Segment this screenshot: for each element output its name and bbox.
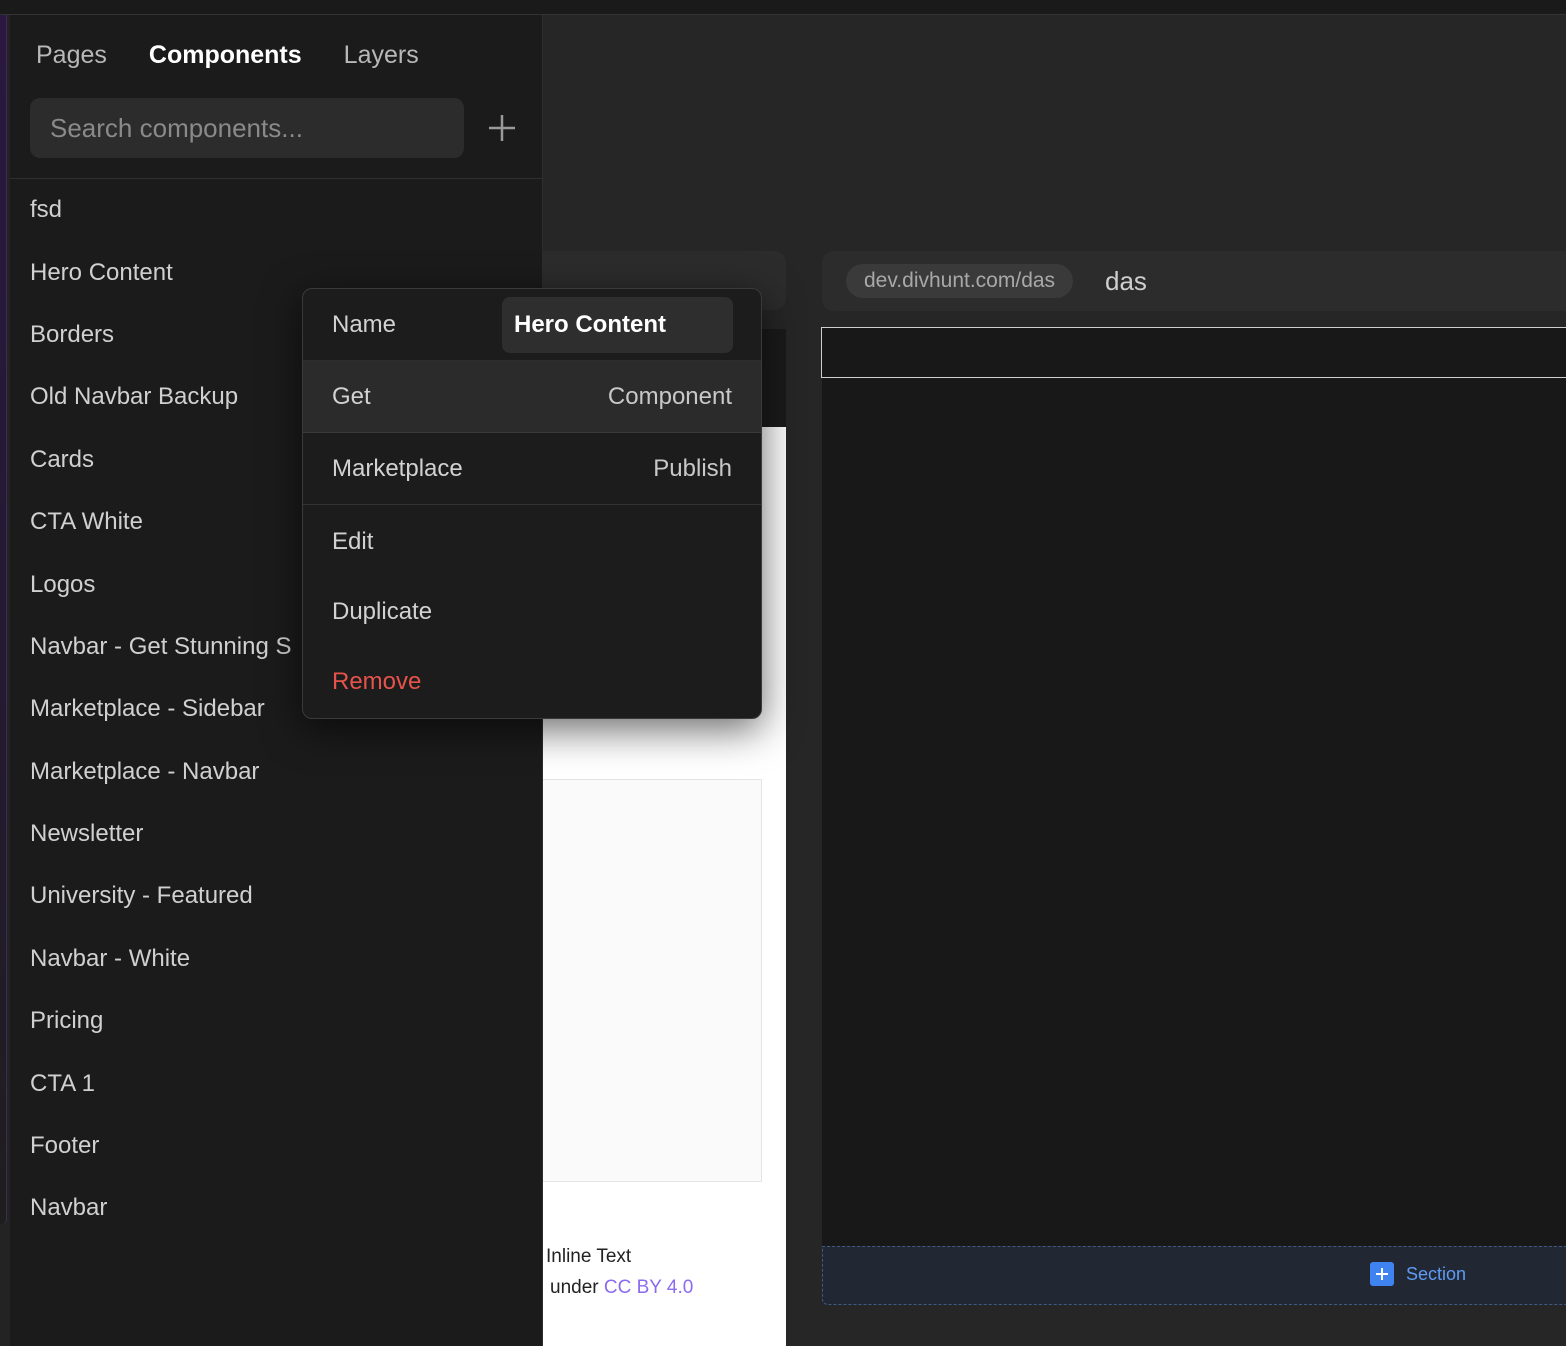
component-item[interactable]: University - Featured: [30, 865, 530, 927]
plus-icon: [489, 115, 515, 141]
menu-name-row: Name Hero Content: [303, 289, 761, 361]
component-item[interactable]: Marketplace - Navbar: [30, 741, 530, 803]
tab-pages[interactable]: Pages: [36, 41, 107, 70]
name-label: Name: [332, 310, 397, 338]
url-pill[interactable]: dev.divhunt.com/das: [846, 264, 1074, 298]
add-component-button[interactable]: [483, 109, 521, 147]
add-section-label: Section: [1406, 1263, 1467, 1284]
search-box: [30, 98, 464, 158]
get-value: Component: [607, 382, 732, 410]
selected-element-outline[interactable]: [821, 327, 1566, 378]
license-text: under CC BY 4.0: [550, 1277, 693, 1299]
left-edge: [0, 15, 10, 1346]
component-item[interactable]: Pricing: [30, 990, 530, 1052]
tab-layers[interactable]: Layers: [344, 41, 419, 70]
tab-components[interactable]: Components: [149, 41, 302, 70]
component-item[interactable]: Newsletter: [30, 803, 530, 865]
left-edge-glow: [0, 15, 7, 1225]
menu-item-marketplace[interactable]: Marketplace Publish: [303, 433, 761, 505]
page-name: das: [1105, 265, 1147, 296]
app-root: Inline Text under CC BY 4.0 dev.divhunt.…: [0, 0, 1566, 1346]
component-item[interactable]: fsd: [30, 179, 530, 241]
duplicate-label: Duplicate: [332, 598, 433, 625]
license-prefix: under: [550, 1277, 604, 1298]
edit-label: Edit: [332, 528, 374, 555]
component-item[interactable]: CTA 1: [30, 1052, 530, 1114]
search-input[interactable]: [30, 98, 464, 158]
right-frame-body: [822, 327, 1566, 1246]
component-item[interactable]: Navbar: [30, 1177, 530, 1239]
inline-text: Inline Text: [546, 1246, 632, 1267]
marketplace-value: Publish: [653, 454, 732, 482]
menu-item-get[interactable]: Get Component: [303, 361, 761, 433]
sidebar-tabs: Pages Components Layers: [36, 41, 419, 70]
left-frame-content-box: [543, 779, 762, 1182]
component-item[interactable]: Navbar - White: [30, 928, 530, 990]
top-bar: [0, 0, 1566, 15]
license-link[interactable]: CC BY 4.0: [604, 1277, 693, 1298]
component-context-menu: Name Hero Content Get Component Marketpl…: [302, 288, 762, 719]
component-name-field[interactable]: Hero Content: [502, 297, 733, 353]
get-label: Get: [332, 382, 371, 410]
menu-item-remove[interactable]: Remove: [303, 647, 761, 717]
component-item[interactable]: Footer: [30, 1115, 530, 1177]
add-section-button[interactable]: Section: [1370, 1262, 1466, 1286]
menu-item-edit[interactable]: Edit: [303, 507, 761, 577]
remove-label: Remove: [332, 668, 422, 695]
marketplace-label: Marketplace: [332, 454, 463, 482]
plus-icon: [1370, 1262, 1394, 1286]
menu-item-duplicate[interactable]: Duplicate: [303, 577, 761, 647]
